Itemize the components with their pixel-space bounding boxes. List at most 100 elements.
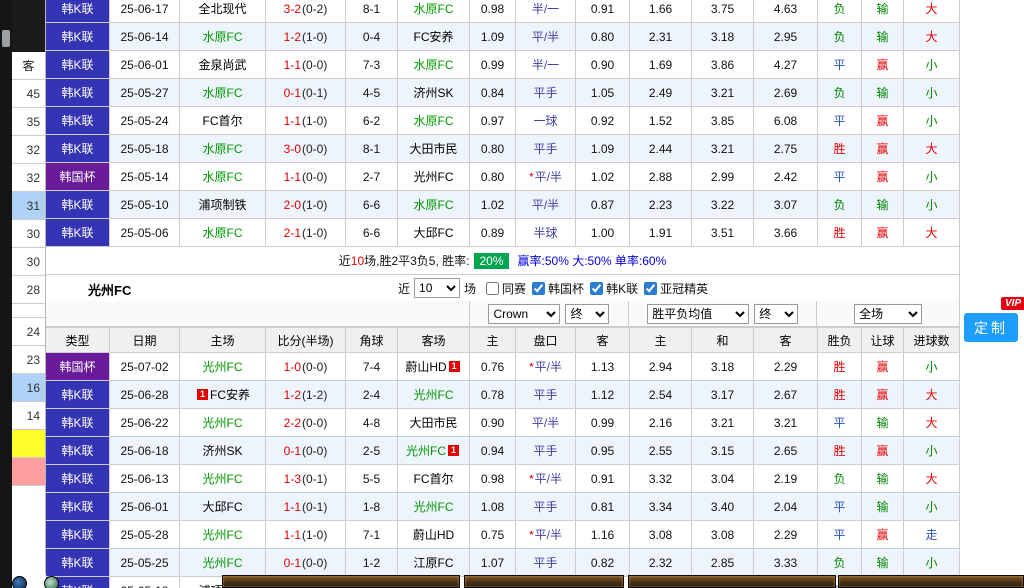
match-row: 韩K联25-06-13光州FC1-3(0-1)5-5FC首尔0.98*平/半0.… (46, 465, 960, 493)
taskbar-window-preview[interactable] (628, 575, 836, 588)
corner-cell: 1-8 (346, 493, 398, 521)
handicap-cell: 半/一 (516, 51, 576, 79)
date-cell: 25-06-13 (110, 465, 180, 493)
result-handicap-cell: 赢 (862, 135, 904, 163)
column-header: 主 (630, 327, 692, 353)
full-time-score: 1-1 (284, 58, 301, 72)
taskbar-window-preview[interactable] (464, 575, 624, 588)
home-team-cell: 水原FC (180, 135, 266, 163)
match-row: 韩K联25-06-17全北现代3-2(0-2)8-1水原FC0.98半/一0.9… (46, 0, 960, 23)
handicap-text: 平/半 (535, 526, 562, 543)
away-team-cell: 大田市民 (398, 409, 470, 437)
games-label: 场 (464, 280, 476, 297)
home-team-cell: 光州FC (180, 549, 266, 577)
standings-cell: 28 (12, 276, 45, 304)
corner-cell: 6-6 (346, 219, 398, 247)
euro-draw-odds-cell: 3.04 (692, 465, 754, 493)
away-team-cell: 济州SK (398, 79, 470, 107)
home-team-cell: 光州FC (180, 465, 266, 493)
euro-draw-odds-cell: 3.85 (692, 107, 754, 135)
handicap-cell: 半/一 (516, 0, 576, 23)
browser-icon[interactable] (12, 576, 27, 588)
europe-odds-time-select[interactable]: 终 (754, 304, 798, 324)
odds-company-select[interactable]: Crown (488, 304, 560, 324)
team-name: 济州SK (413, 84, 453, 101)
checkbox-input[interactable] (486, 282, 499, 295)
europe-odds-select[interactable]: 胜平负均值 (647, 304, 749, 324)
away-team-cell: FC安养 (398, 23, 470, 51)
corner-cell: 8-1 (346, 135, 398, 163)
result-handicap-cell: 输 (862, 465, 904, 493)
league-filter-checkbox[interactable]: 韩国杯 (532, 280, 584, 297)
euro-away-odds-cell: 2.19 (754, 465, 818, 493)
asia-home-odds-cell: 0.99 (470, 51, 516, 79)
league-filter-checkbox[interactable]: 同赛 (486, 280, 526, 297)
handicap-text: 半球 (533, 224, 557, 241)
league-badge: 韩K联 (46, 381, 110, 409)
left-edge-panel (0, 0, 12, 588)
scope-select[interactable]: 全场 (854, 304, 922, 324)
taskbar-window-preview[interactable] (222, 575, 460, 588)
date-cell: 25-06-17 (110, 0, 180, 23)
match-row: 韩K联25-05-06水原FC2-1(1-0)6-6大邱FC0.89半球1.00… (46, 219, 960, 247)
table-header-row: 类型日期主场比分(半场)角球客场主盘口客主和客胜负让球进球数 (46, 327, 960, 353)
corner-cell: 2-4 (346, 381, 398, 409)
team-name: FC首尔 (414, 470, 454, 487)
league-filter-checkbox[interactable]: 韩K联 (590, 280, 638, 297)
team-name: 光州FC (203, 470, 243, 487)
collapse-handle-icon[interactable] (2, 30, 10, 47)
handicap-cell: *平/半 (516, 163, 576, 191)
asia-odds-time-select[interactable]: 终 (565, 304, 609, 324)
result-handicap-cell: 输 (862, 409, 904, 437)
taskbar-window-preview[interactable] (838, 575, 1024, 588)
team-name: 蔚山HD (405, 358, 446, 375)
full-time-score: 3-0 (284, 142, 301, 156)
score-cell: 0-1(0-1) (266, 79, 346, 107)
half-time-score: (1-0) (302, 528, 327, 542)
league-badge: 韩K联 (46, 437, 110, 465)
half-time-score: (0-1) (302, 500, 327, 514)
column-header: 主 (470, 327, 516, 353)
away-team-cell: 光州FC1 (398, 437, 470, 465)
recent-count-select[interactable]: 10 (414, 278, 460, 298)
league-badge: 韩K联 (46, 191, 110, 219)
handicap-cell: 平手 (516, 493, 576, 521)
match-row: 韩K联25-06-01金泉尚武1-1(0-0)7-3水原FC0.99半/一0.9… (46, 51, 960, 79)
asia-home-odds-cell: 0.97 (470, 107, 516, 135)
euro-home-odds-cell: 2.44 (630, 135, 692, 163)
result-goals-cell: 小 (904, 191, 960, 219)
asia-away-odds-cell: 0.82 (576, 549, 630, 577)
score-cell: 1-0(0-0) (266, 353, 346, 381)
corner-cell: 6-2 (346, 107, 398, 135)
euro-draw-odds-cell: 3.17 (692, 381, 754, 409)
half-time-score: (0-0) (302, 416, 327, 430)
result-handicap-cell: 赢 (862, 219, 904, 247)
half-time-score: (0-0) (302, 58, 327, 72)
euro-home-odds-cell: 2.49 (630, 79, 692, 107)
asia-home-odds-cell: 0.94 (470, 437, 516, 465)
checkbox-input[interactable] (644, 282, 657, 295)
result-handicap-cell: 赢 (862, 51, 904, 79)
team-name: FC首尔 (203, 112, 243, 129)
checkbox-input[interactable] (532, 282, 545, 295)
asia-home-odds-cell: 0.78 (470, 381, 516, 409)
asia-away-odds-cell: 0.90 (576, 51, 630, 79)
league-filter-checkbox[interactable]: 亚冠精英 (644, 280, 708, 297)
standings-cell: 30 (12, 220, 45, 248)
summary-row: 近10场,胜2平3负5, 胜率:20%赢率:50% 大:50% 单率:60% (46, 247, 960, 275)
date-cell: 25-05-18 (110, 577, 180, 588)
home-team-cell: 全北现代 (180, 0, 266, 23)
column-header: 客场 (398, 327, 470, 353)
euro-home-odds-cell: 2.55 (630, 437, 692, 465)
red-card-badge: 1 (449, 361, 460, 372)
customize-button[interactable]: 定制 (964, 313, 1018, 342)
half-time-score: (0-0) (302, 444, 327, 458)
handicap-text: 一球 (533, 112, 557, 129)
browser-icon[interactable] (44, 576, 59, 588)
corner-cell: 4-8 (346, 409, 398, 437)
euro-home-odds-cell: 2.88 (630, 163, 692, 191)
asia-home-odds-cell: 1.07 (470, 549, 516, 577)
result-wdl-cell: 平 (818, 521, 862, 549)
full-time-score: 1-1 (284, 170, 301, 184)
checkbox-input[interactable] (590, 282, 603, 295)
